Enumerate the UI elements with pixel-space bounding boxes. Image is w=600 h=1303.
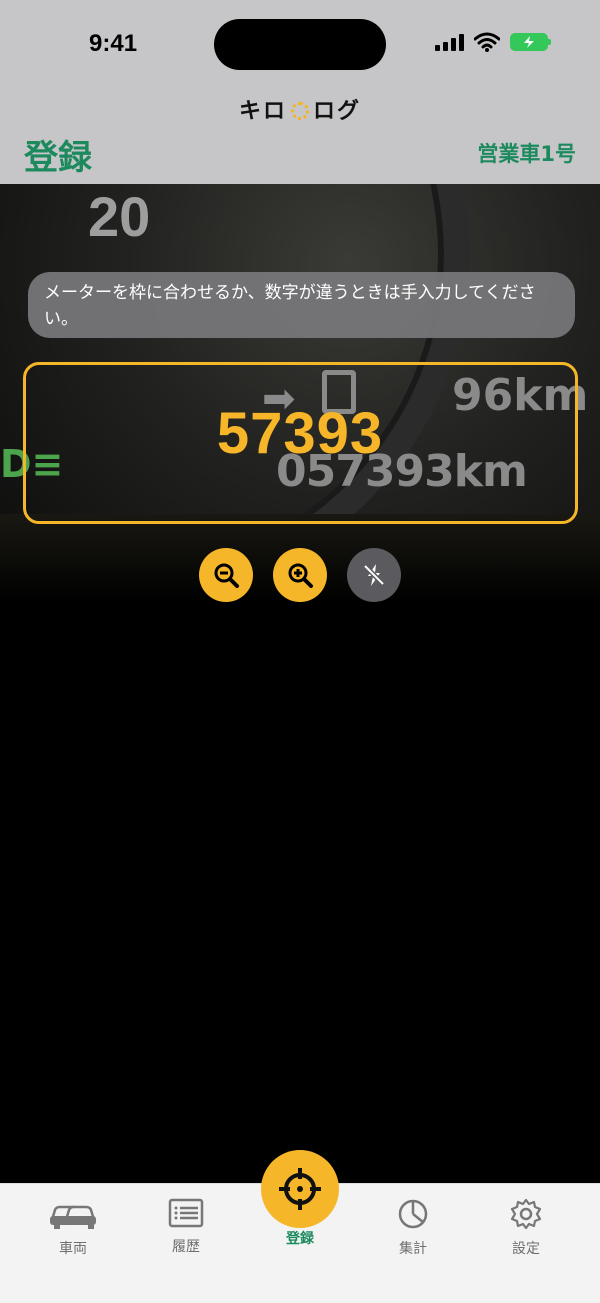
dynamic-island (214, 19, 386, 70)
status-time: 9:41 (89, 30, 138, 57)
tab-summary[interactable]: 集計 (368, 1198, 458, 1258)
zoom-out-button[interactable] (199, 548, 253, 602)
tab-label: 設定 (512, 1241, 540, 1257)
vehicle-selector[interactable]: 営業車1号 (477, 138, 576, 168)
flash-off-icon (363, 564, 385, 586)
ring-logo-icon (291, 102, 309, 120)
zoom-out-icon (214, 563, 239, 588)
flash-toggle-button[interactable] (347, 548, 401, 602)
pie-chart-icon (398, 1199, 428, 1229)
list-icon (168, 1198, 204, 1228)
app-title-right: ログ (313, 99, 362, 124)
tab-label: 履歴 (172, 1239, 200, 1255)
tab-label: 集計 (399, 1241, 427, 1257)
cellular-signal-icon (435, 33, 464, 51)
zoom-in-icon (288, 563, 313, 588)
car-icon (50, 1205, 96, 1229)
tab-settings[interactable]: 設定 (481, 1198, 571, 1258)
register-capture-button[interactable] (261, 1150, 339, 1228)
tab-label: 車両 (59, 1241, 87, 1257)
tab-vehicles[interactable]: 車両 (28, 1198, 118, 1258)
header: 9:41 キロ ログ 登録 営業車1号 (0, 0, 600, 184)
app-title-left: キロ (238, 99, 287, 124)
recognized-reading[interactable]: 57393 (0, 400, 600, 467)
battery-icon (510, 33, 551, 51)
app-title: キロ ログ (0, 93, 600, 125)
page-title: 登録 (24, 138, 92, 178)
instruction-hint: メーターを枠に合わせるか、数字が違うときは手入力してください。 (28, 272, 575, 338)
crosshair-icon (279, 1168, 321, 1210)
tab-history[interactable]: 履歴 (141, 1198, 231, 1256)
tab-label: 登録 (286, 1231, 314, 1247)
zoom-in-button[interactable] (273, 548, 327, 602)
wifi-icon (474, 32, 500, 52)
status-icons (435, 32, 551, 52)
dial-number: 20 (88, 185, 151, 248)
gear-icon (510, 1198, 542, 1230)
